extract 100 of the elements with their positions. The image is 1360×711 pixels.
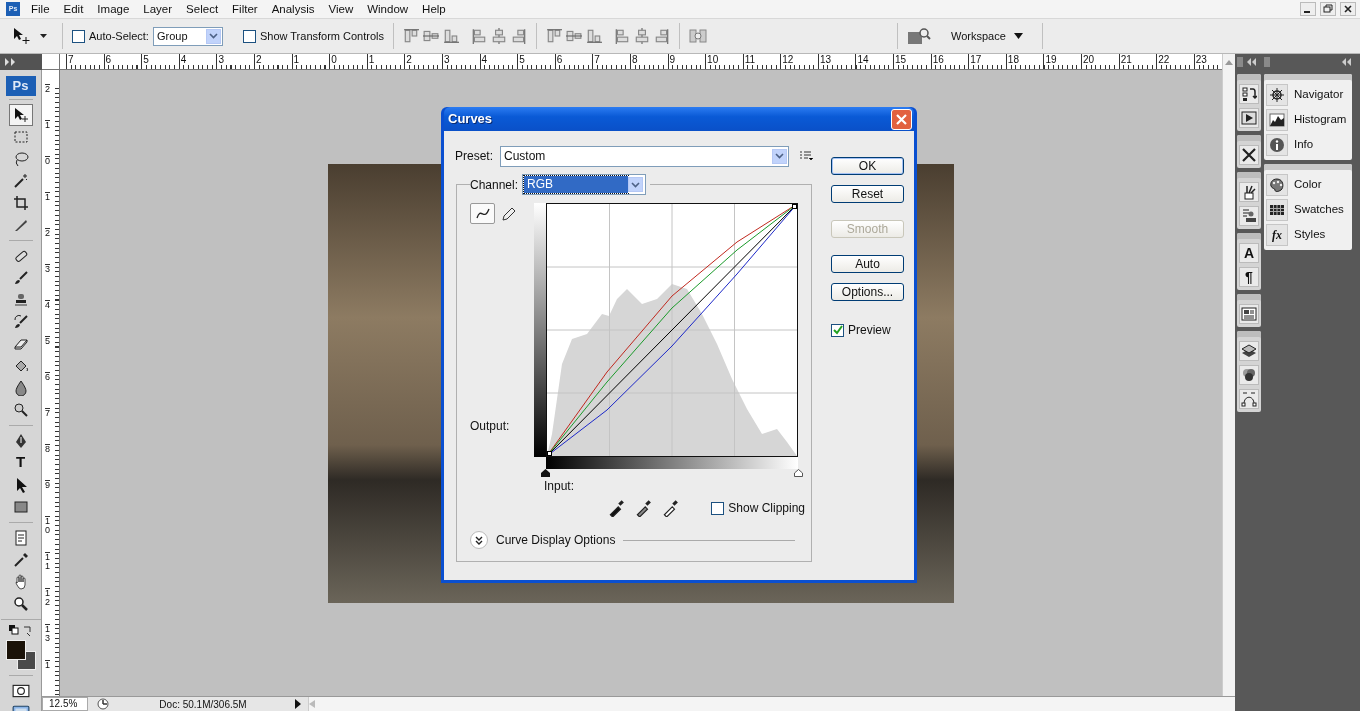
dialog-button[interactable]: OK <box>831 157 904 175</box>
marquee-icon[interactable] <box>12 128 29 145</box>
status-icon[interactable] <box>96 698 110 710</box>
align-center-icon[interactable] <box>491 28 508 44</box>
channel-dropdown[interactable]: RGB <box>522 174 647 195</box>
curve-tool-button[interactable] <box>470 203 495 224</box>
tools-icon[interactable] <box>1241 147 1257 163</box>
align-middle-icon[interactable] <box>423 28 440 44</box>
menu-item[interactable]: Filter <box>225 0 265 18</box>
menu-item[interactable]: Layer <box>136 0 180 18</box>
channels-icon[interactable] <box>1241 367 1257 383</box>
dialog-button[interactable]: Options... <box>831 283 904 301</box>
panel-tab[interactable]: Color <box>1294 176 1322 194</box>
scroll-up-icon[interactable] <box>1225 59 1233 65</box>
minimize-icon[interactable] <box>1300 2 1316 16</box>
app-logo[interactable]: Ps <box>5 76 36 96</box>
distribute-right-icon[interactable] <box>654 28 671 44</box>
workspace-button[interactable]: Workspace <box>951 27 1023 45</box>
tool-preset-picker[interactable] <box>12 27 47 45</box>
shadow-slider-handle[interactable] <box>541 469 550 477</box>
type-tool-icon[interactable]: T <box>8 451 33 474</box>
restore-icon[interactable] <box>1320 2 1336 16</box>
brushes-icon[interactable] <box>1241 184 1257 200</box>
menu-item[interactable]: Image <box>90 0 137 18</box>
highlight-eyedropper-icon[interactable] <box>661 499 680 517</box>
palette-icon[interactable] <box>1269 177 1285 193</box>
stamp-icon[interactable] <box>12 291 29 308</box>
grip-icon[interactable] <box>1237 57 1243 67</box>
auto-select-checkbox[interactable] <box>72 29 85 43</box>
note-icon[interactable] <box>12 529 29 546</box>
menu-item[interactable]: View <box>321 0 361 18</box>
histogram-icon[interactable] <box>1269 112 1285 128</box>
clone-source-icon[interactable] <box>1241 208 1257 224</box>
distribute-middle-icon[interactable] <box>566 28 583 44</box>
horizontal-scrollbar[interactable] <box>308 697 1235 711</box>
align-right-icon[interactable] <box>511 28 528 44</box>
collapse-icon[interactable] <box>1247 58 1257 66</box>
history-brush-icon[interactable] <box>12 313 29 330</box>
distribute-top-icon[interactable] <box>546 28 563 44</box>
list-menu-icon[interactable] <box>800 151 813 161</box>
history-icon[interactable] <box>1241 86 1257 102</box>
panel-tab[interactable]: Histogram <box>1294 111 1347 129</box>
preset-dropdown[interactable]: Custom <box>500 145 789 167</box>
caret-icon[interactable] <box>40 34 47 38</box>
zoom-icon[interactable] <box>12 595 29 612</box>
default-colors-icon[interactable] <box>7 623 34 636</box>
curves-graph[interactable] <box>546 203 798 457</box>
align-top-icon[interactable] <box>403 28 420 44</box>
bridge-icon[interactable] <box>907 27 932 45</box>
expand-icon[interactable] <box>4 58 16 66</box>
dodge-icon[interactable] <box>12 401 29 418</box>
auto-align-icon[interactable] <box>689 28 708 44</box>
close-button[interactable] <box>891 108 912 130</box>
eyedropper-icon[interactable] <box>12 551 29 568</box>
swatches-icon[interactable] <box>1269 202 1285 218</box>
menu-item[interactable]: Help <box>415 0 453 18</box>
distribute-left-icon[interactable] <box>614 28 631 44</box>
styles-icon[interactable]: fx <box>1266 224 1288 246</box>
layer-comps-icon[interactable] <box>1241 306 1257 322</box>
vertical-scrollbar[interactable] <box>1222 70 1235 696</box>
menu-item[interactable]: Select <box>179 0 226 18</box>
dialog-button[interactable]: Auto <box>831 255 904 273</box>
menu-item[interactable]: Window <box>360 0 416 18</box>
color-swatches-drawing[interactable] <box>4 638 37 671</box>
crop-icon[interactable] <box>12 194 29 211</box>
highlight-slider-handle[interactable] <box>794 469 803 477</box>
menu-item[interactable]: Analysis <box>264 0 322 18</box>
brush-icon[interactable] <box>12 269 29 286</box>
panel-tab[interactable]: Info <box>1294 136 1314 154</box>
show-transform-checkbox[interactable] <box>242 29 256 43</box>
character-panel-icon[interactable]: A <box>1239 243 1259 263</box>
curve-point[interactable] <box>792 204 797 209</box>
wheel-icon[interactable] <box>1269 87 1285 103</box>
panel-tab[interactable]: Styles <box>1294 226 1326 244</box>
midtone-eyedropper-icon[interactable] <box>634 499 653 517</box>
show-clipping-checkbox[interactable] <box>711 501 725 515</box>
play-icon[interactable] <box>1241 110 1257 126</box>
grip-icon[interactable] <box>1264 57 1270 67</box>
shadow-eyedropper-icon[interactable] <box>607 499 626 517</box>
bezier-path-icon[interactable] <box>1241 391 1257 407</box>
move-icon[interactable] <box>12 106 29 123</box>
distribute-center-icon[interactable] <box>634 28 651 44</box>
zoom-field[interactable]: 12.5% <box>42 697 88 711</box>
preview-checkbox[interactable] <box>831 323 844 337</box>
close-icon[interactable] <box>1340 2 1356 16</box>
wand-icon[interactable] <box>12 172 29 189</box>
info-icon[interactable] <box>1269 137 1285 153</box>
drop-icon[interactable] <box>12 379 29 396</box>
lasso-icon[interactable] <box>12 150 29 167</box>
group-dropdown[interactable]: Group <box>152 26 223 46</box>
expand-button[interactable] <box>470 531 488 549</box>
dialog-button[interactable]: Reset <box>831 185 904 203</box>
menu-arrow-icon[interactable] <box>294 699 302 709</box>
panel-tab[interactable]: Swatches <box>1294 201 1344 219</box>
panel-tab[interactable]: Navigator <box>1294 86 1344 104</box>
paragraph-panel-icon[interactable]: ¶ <box>1239 267 1259 287</box>
align-left-icon[interactable] <box>471 28 488 44</box>
menu-item[interactable]: Edit <box>56 0 91 18</box>
layers-icon[interactable] <box>1241 343 1257 359</box>
distribute-bottom-icon[interactable] <box>586 28 603 44</box>
